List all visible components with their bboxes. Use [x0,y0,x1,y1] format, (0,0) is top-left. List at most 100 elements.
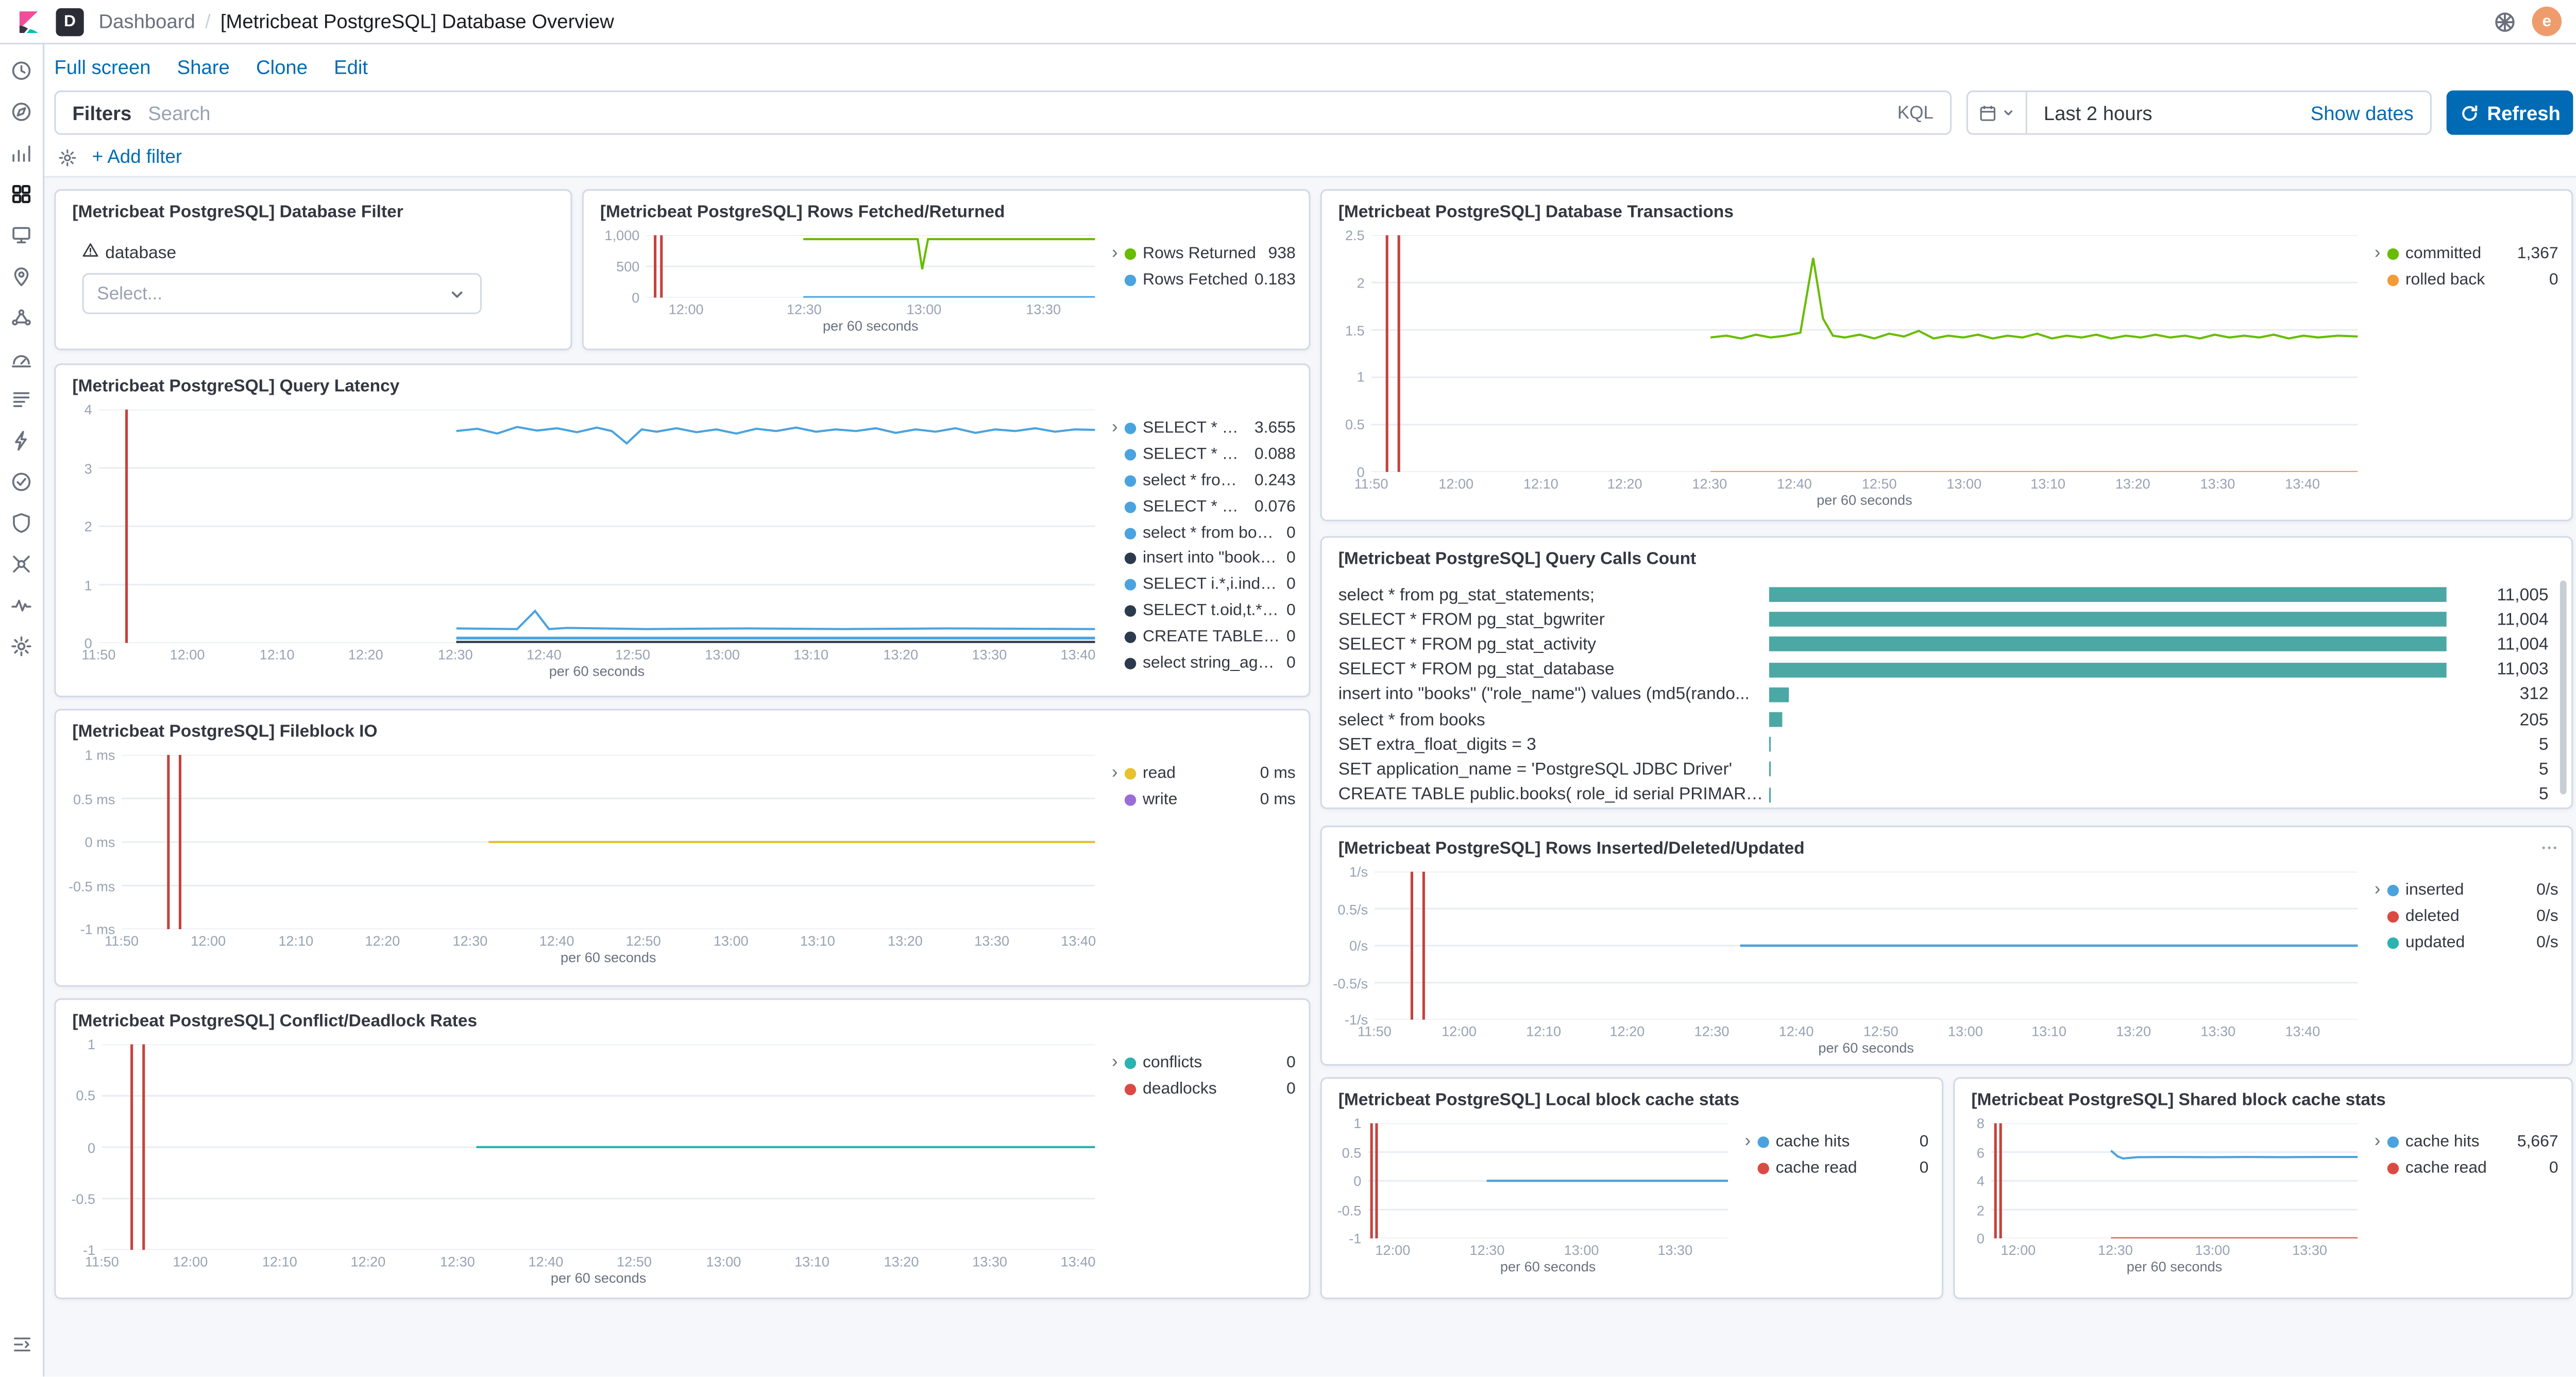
sidebar-item-management[interactable] [10,635,33,658]
legend-toggle-icon[interactable]: › [2367,242,2387,294]
search-input[interactable] [148,92,1881,133]
line-chart[interactable]: 1,000500012:0012:3013:0013:30per 60 seco… [584,225,1105,334]
legend-item[interactable]: Rows Returned938 [1125,242,1296,267]
legend-toggle-icon[interactable]: › [1105,242,1125,294]
legend-item[interactable]: committed1,367 [2387,242,2558,267]
query-language-button[interactable]: KQL [1881,103,1950,122]
scrollbar[interactable] [2560,581,2567,795]
sidebar-item-dashboard[interactable] [10,182,33,206]
panel-title[interactable]: [Metricbeat PostgreSQL] Database Filter [56,191,571,225]
legend-item[interactable]: SELECT i.*,i.indkey a...0 [1125,572,1296,598]
legend-value: 0/s [2536,882,2558,900]
bar-row[interactable]: SET application_name = 'PostgreSQL JDBC … [1338,757,2549,782]
bar-row[interactable]: SELECT * FROM pg_stat_database11,003 [1338,657,2549,682]
legend-item[interactable]: SELECT * FROM...0.088 [1125,442,1296,468]
legend-item[interactable]: cache hits0 [1757,1130,1928,1155]
sidebar-item-logs[interactable] [10,388,33,411]
database-select[interactable]: Select... [82,273,482,314]
panel-title[interactable]: [Metricbeat PostgreSQL] Database Transac… [1322,191,2571,225]
bar-track [1769,712,2447,727]
legend-item[interactable]: insert into "books" ("...0 [1125,546,1296,572]
sidebar-item-maps[interactable] [10,265,33,288]
sidebar-item-stack-monitoring[interactable] [10,594,33,617]
sidebar-item-dev-tools[interactable] [10,552,33,576]
bar-row[interactable]: SET extra_float_digits = 35 [1338,732,2549,757]
legend-item[interactable]: SELECT * FROM ...0.076 [1125,494,1296,520]
legend-item[interactable]: cache hits5,667 [2387,1130,2558,1155]
legend-item[interactable]: cache read0 [2387,1156,2558,1182]
line-chart[interactable]: 4321011:5012:0012:1012:2012:3012:4012:50… [56,399,1105,679]
sidebar-item-discover[interactable] [10,100,33,124]
legend-item[interactable]: select * from pg...0.243 [1125,468,1296,494]
sidebar-item-apm[interactable] [10,429,33,452]
sidebar-item-machine-learning[interactable] [10,306,33,329]
clone-link[interactable]: Clone [256,55,308,78]
saved-query-menu-button[interactable]: Filters [56,101,148,124]
sidebar-item-siem[interactable] [10,511,33,534]
sidebar-item-uptime[interactable] [10,471,33,494]
legend-item[interactable]: Rows Fetched0.183 [1125,268,1296,294]
line-chart[interactable]: 10.50-0.5-112:0012:3013:0013:30per 60 se… [1322,1114,1738,1275]
panel-title[interactable]: [Metricbeat PostgreSQL] Shared block cac… [1955,1079,2571,1113]
legend-item[interactable]: S​ELECT * FROM...3.655 [1125,416,1296,442]
bar-row[interactable]: select * from pg_stat_statements;11,005 [1338,582,2549,607]
line-chart[interactable]: 1 ms0.5 ms0 ms-0.5 ms-1 ms11:5012:0012:1… [56,745,1105,966]
sidebar-item-recently-viewed[interactable] [10,59,33,82]
deployment-icon[interactable] [2493,9,2517,34]
line-chart[interactable]: 2.521.510.5011:5012:0012:1012:2012:3012:… [1322,225,2368,508]
sidebar-item-visualize[interactable] [10,141,33,164]
legend-toggle-icon[interactable]: › [2367,1130,2387,1182]
edit-link[interactable]: Edit [334,55,368,78]
legend-toggle-icon[interactable]: › [1105,416,1125,676]
legend-item[interactable]: read0 ms [1125,762,1296,787]
filter-settings-icon[interactable] [58,147,77,167]
bar-row[interactable]: SELECT * FROM pg_stat_activity11,004 [1338,632,2549,657]
legend-toggle-icon[interactable]: › [1105,762,1125,814]
dock-navigation-icon[interactable] [11,1334,32,1364]
refresh-button[interactable]: Refresh [2447,91,2573,135]
user-avatar[interactable]: e [2532,7,2562,36]
legend-toggle-icon[interactable]: › [1105,1051,1125,1103]
legend-item[interactable]: deleted0/s [2387,904,2558,930]
legend-item[interactable]: cache read0 [1757,1156,1928,1182]
panel-title[interactable]: [Metricbeat PostgreSQL] Conflict/Deadloc… [56,1000,1309,1034]
legend-item[interactable]: deadlocks0 [1125,1077,1296,1103]
bar-row[interactable]: CREATE TABLE public.books( role_id seria… [1338,782,2549,807]
legend-item[interactable]: write0 ms [1125,787,1296,813]
legend-item[interactable]: SELECT t.oid,t.*,c.rel...0 [1125,598,1296,624]
panel-menu-icon[interactable] [2540,835,2558,865]
horizontal-bar-chart[interactable]: select * from pg_stat_statements;11,005S… [1322,573,2571,807]
panel-title[interactable]: [Metricbeat PostgreSQL] Local block cach… [1322,1079,1942,1113]
space-avatar[interactable]: D [56,7,84,35]
panel-title[interactable]: [Metricbeat PostgreSQL] Query Latency [56,365,1309,399]
legend-item[interactable]: updated0/s [2387,930,2558,956]
show-dates-button[interactable]: Show dates [2311,101,2430,124]
legend-toggle-icon[interactable]: › [1738,1130,1757,1182]
line-chart[interactable]: 1/s0.5/s0/s-0.5/s-1/s11:5012:0012:1012:2… [1322,862,2368,1056]
breadcrumb-dashboard[interactable]: Dashboard [98,10,195,33]
panel-title[interactable]: [Metricbeat PostgreSQL] Fileblock IO [56,711,1309,745]
panel-title[interactable]: [Metricbeat PostgreSQL] Query Calls Coun… [1322,538,2571,573]
kibana-logo-icon[interactable] [16,9,41,34]
sidebar-item-canvas[interactable] [10,224,33,247]
legend-item[interactable]: select * from books0 [1125,520,1296,546]
legend-toggle-icon[interactable]: › [2367,878,2387,956]
add-filter-button[interactable]: + Add filter [92,147,182,167]
full-screen-link[interactable]: Full screen [54,55,150,78]
line-chart[interactable]: 10.50-0.5-111:5012:0012:1012:2012:3012:4… [56,1034,1105,1286]
bar-row[interactable]: SELECT * FROM pg_stat_bgwriter11,004 [1338,607,2549,632]
time-range-value[interactable]: Last 2 hours [2027,101,2311,124]
legend-item[interactable]: inserted0/s [2387,878,2558,904]
sidebar-item-infrastructure[interactable] [10,347,33,370]
panel-title[interactable]: [Metricbeat PostgreSQL] Rows Inserted/De… [1322,827,2571,862]
legend-item[interactable]: select string_agg(wo...0 [1125,650,1296,676]
bar-row[interactable]: insert into "books" ("role_name") values… [1338,682,2549,707]
line-chart[interactable]: 8642012:0012:3013:0013:30per 60 seconds [1955,1114,2367,1275]
calendar-button[interactable] [1968,92,2027,133]
legend-item[interactable]: CREATE TABLE publi...0 [1125,624,1296,650]
share-link[interactable]: Share [177,55,230,78]
legend-item[interactable]: rolled back0 [2387,268,2558,294]
legend-item[interactable]: conflicts0 [1125,1051,1296,1077]
panel-title[interactable]: [Metricbeat PostgreSQL] Rows Fetched/Ret… [584,191,1309,225]
bar-row[interactable]: select * from books205 [1338,707,2549,732]
